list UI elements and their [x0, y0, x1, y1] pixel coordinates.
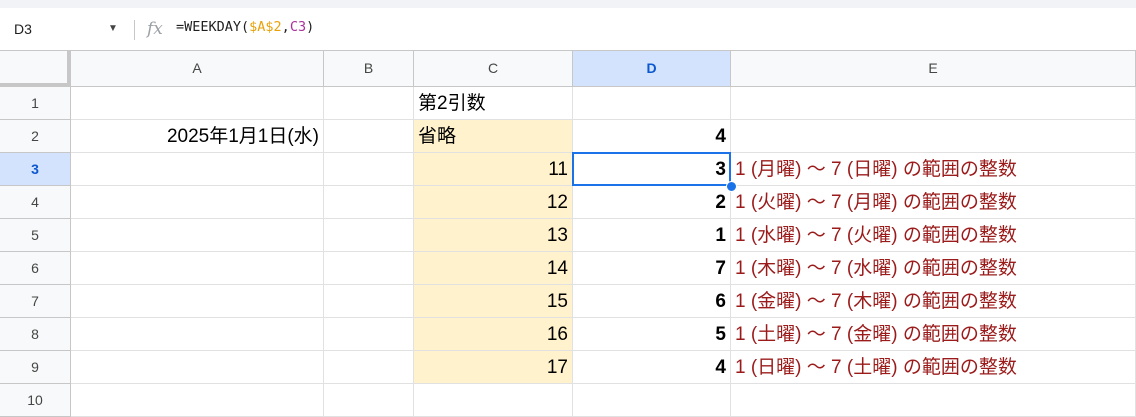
name-box-dropdown-icon[interactable]: ▼ — [108, 8, 118, 50]
cell-b2[interactable] — [324, 120, 414, 153]
cell-e5[interactable]: 1 (水曜) ～ 7 (火曜) の範囲の整数 — [731, 219, 1136, 252]
cell-a3[interactable] — [71, 153, 324, 186]
row-header-1[interactable]: 1 — [0, 87, 71, 120]
cell-d10[interactable] — [573, 384, 731, 417]
formula-bar-divider — [134, 20, 135, 40]
cell-d7[interactable]: 6 — [573, 285, 731, 318]
cell-b4[interactable] — [324, 186, 414, 219]
cell-c5[interactable]: 13 — [414, 219, 573, 252]
row-header-3[interactable]: 3 — [0, 153, 71, 186]
select-all-corner[interactable] — [0, 51, 71, 87]
cell-d1[interactable] — [573, 87, 731, 120]
cell-b3[interactable] — [324, 153, 414, 186]
cell-c10[interactable] — [414, 384, 573, 417]
cell-c8[interactable]: 16 — [414, 318, 573, 351]
formula-ref-absolute: $A$2 — [249, 19, 282, 35]
cell-b8[interactable] — [324, 318, 414, 351]
column-header-e[interactable]: E — [731, 51, 1136, 87]
cell-c7[interactable]: 15 — [414, 285, 573, 318]
formula-comma: , — [281, 19, 290, 35]
cell-c3[interactable]: 11 — [414, 153, 573, 186]
cell-a10[interactable] — [71, 384, 324, 417]
column-header-b[interactable]: B — [324, 51, 414, 87]
cell-c6[interactable]: 14 — [414, 252, 573, 285]
cell-d5[interactable]: 1 — [573, 219, 731, 252]
cell-e9[interactable]: 1 (日曜) ～ 7 (土曜) の範囲の整数 — [731, 351, 1136, 384]
row-header-9[interactable]: 9 — [0, 351, 71, 384]
row-header-5[interactable]: 5 — [0, 219, 71, 252]
fill-handle[interactable] — [726, 181, 737, 192]
name-box[interactable]: D3 — [14, 8, 114, 50]
cell-d9[interactable]: 4 — [573, 351, 731, 384]
cell-e8[interactable]: 1 (土曜) ～ 7 (金曜) の範囲の整数 — [731, 318, 1136, 351]
cell-a2[interactable]: 2025年1月1日(水) — [71, 120, 324, 153]
toolbar-strip — [0, 0, 1136, 8]
cell-b9[interactable] — [324, 351, 414, 384]
cell-e4[interactable]: 1 (火曜) ～ 7 (月曜) の範囲の整数 — [731, 186, 1136, 219]
cell-a5[interactable] — [71, 219, 324, 252]
cell-e7[interactable]: 1 (金曜) ～ 7 (木曜) の範囲の整数 — [731, 285, 1136, 318]
column-header-a[interactable]: A — [71, 51, 324, 87]
cell-d8[interactable]: 5 — [573, 318, 731, 351]
cell-e6[interactable]: 1 (木曜) ～ 7 (水曜) の範囲の整数 — [731, 252, 1136, 285]
cell-b7[interactable] — [324, 285, 414, 318]
cell-a8[interactable] — [71, 318, 324, 351]
cell-a6[interactable] — [71, 252, 324, 285]
cell-e3[interactable]: 1 (月曜) ～ 7 (日曜) の範囲の整数 — [731, 153, 1136, 186]
cell-d2[interactable]: 4 — [573, 120, 731, 153]
column-header-c[interactable]: C — [414, 51, 573, 87]
cell-a9[interactable] — [71, 351, 324, 384]
cell-e10[interactable] — [731, 384, 1136, 417]
row-header-4[interactable]: 4 — [0, 186, 71, 219]
cell-a7[interactable] — [71, 285, 324, 318]
fx-icon: fx — [147, 19, 163, 39]
cell-d6[interactable]: 7 — [573, 252, 731, 285]
row-header-10[interactable]: 10 — [0, 384, 71, 417]
cell-e1[interactable] — [731, 87, 1136, 120]
formula-bar: D3 ▼ fx =WEEKDAY($A$2,C3) — [0, 8, 1136, 55]
cell-c9[interactable]: 17 — [414, 351, 573, 384]
cell-c2[interactable]: 省略 — [414, 120, 573, 153]
column-header-d[interactable]: D — [573, 51, 731, 87]
cell-a1[interactable] — [71, 87, 324, 120]
cell-c4[interactable]: 12 — [414, 186, 573, 219]
cell-b1[interactable] — [324, 87, 414, 120]
formula-suffix: ) — [306, 19, 315, 35]
formula-ref-relative: C3 — [289, 19, 307, 35]
cell-b6[interactable] — [324, 252, 414, 285]
cell-b10[interactable] — [324, 384, 414, 417]
cell-e2[interactable] — [731, 120, 1136, 153]
cell-b5[interactable] — [324, 219, 414, 252]
row-header-8[interactable]: 8 — [0, 318, 71, 351]
cell-c1[interactable]: 第2引数 — [414, 87, 573, 120]
row-header-7[interactable]: 7 — [0, 285, 71, 318]
formula-prefix: =WEEKDAY( — [176, 19, 250, 35]
row-header-2[interactable]: 2 — [0, 120, 71, 153]
cell-d4[interactable]: 2 — [573, 186, 731, 219]
row-header-6[interactable]: 6 — [0, 252, 71, 285]
cell-a4[interactable] — [71, 186, 324, 219]
formula-input[interactable]: =WEEKDAY($A$2,C3) — [176, 8, 314, 50]
cell-d3[interactable]: 3 — [573, 153, 731, 186]
